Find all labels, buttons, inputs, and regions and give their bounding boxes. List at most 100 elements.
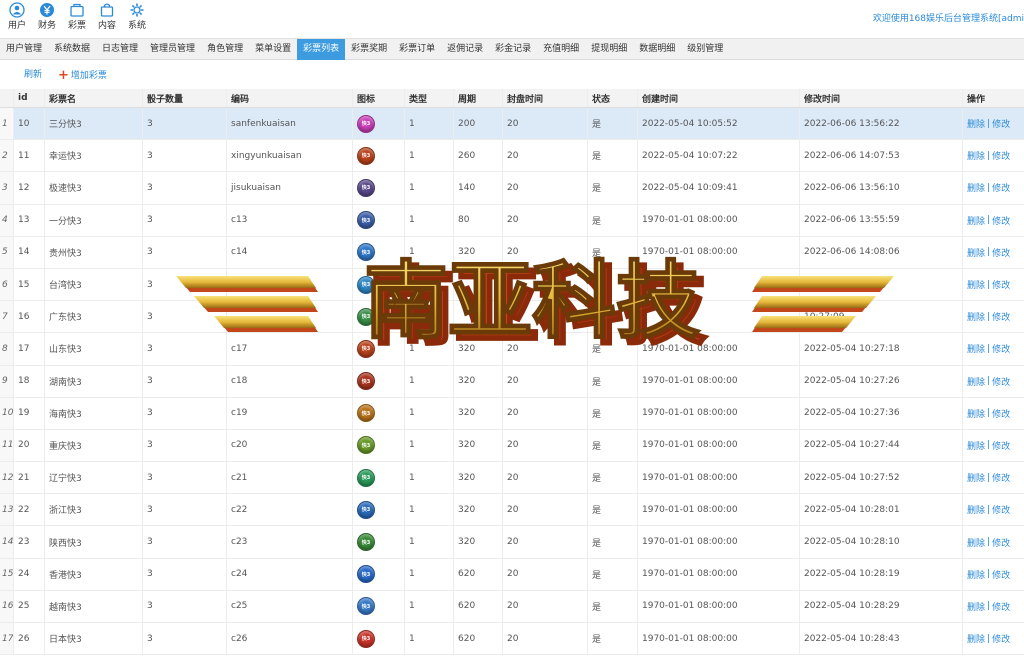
delete-link[interactable]: 删除 [967,246,985,259]
cell-name: 越南快3 [44,590,142,622]
column-header-icon[interactable]: 图标 [352,89,404,107]
table-row[interactable]: 12 21 辽宁快3 3 c21 快3 1 320 20 是 1970-01-01 08:00:00… [0,462,1024,495]
top-nav-item-yen[interactable]: 财务 [32,1,62,32]
tab-3[interactable]: 管理员管理 [144,39,201,60]
tab-5[interactable]: 菜单设置 [249,39,297,60]
edit-link[interactable]: 修改 [992,503,1010,516]
cell-period: 320 [453,365,502,397]
tab-9[interactable]: 返佣记录 [441,39,489,60]
delete-link[interactable]: 删除 [967,632,985,645]
edit-link[interactable]: 修改 [992,149,1010,162]
table-row[interactable]: 14 23 陕西快3 3 c23 快3 1 320 20 是 1970-01-01 08:00:00… [0,526,1024,559]
tab-12[interactable]: 提现明细 [585,39,633,60]
edit-link[interactable]: 修改 [992,278,1010,291]
edit-link[interactable]: 修改 [992,600,1010,613]
tab-2[interactable]: 日志管理 [96,39,144,60]
delete-link[interactable]: 删除 [967,214,985,227]
edit-link[interactable]: 修改 [992,342,1010,355]
cell-type: 1 [404,590,453,622]
edit-link[interactable]: 修改 [992,117,1010,130]
tab-10[interactable]: 彩金记录 [489,39,537,60]
delete-link[interactable]: 删除 [967,600,985,613]
column-header-type[interactable]: 类型 [404,89,453,107]
table-row[interactable]: 13 22 浙江快3 3 c22 快3 1 320 20 是 1970-01-01 08:00:00… [0,494,1024,527]
top-bar: 用户 财务 彩票 内容 系统 欢迎使用168娱乐后台管理系统[admi [0,0,1024,38]
table-row[interactable]: 16 25 越南快3 3 c25 快3 1 620 20 是 1970-01-01 08:00:00… [0,590,1024,623]
cell-modified: 2022-06-06 14:08:06 [799,236,962,268]
op-separator: | [987,408,991,419]
table-row[interactable]: 3 12 极速快3 3 jisukuaisan 快3 1 140 20 是 2022-05-04 1… [0,172,1024,205]
tab-4[interactable]: 角色管理 [201,39,249,60]
delete-link[interactable]: 删除 [967,117,985,130]
column-header-created[interactable]: 创建时间 [637,89,799,107]
refresh-button[interactable]: 刷新 [24,67,42,80]
delete-link[interactable]: 删除 [967,503,985,516]
column-header-code[interactable]: 编码 [226,89,352,107]
table-row[interactable]: 11 20 重庆快3 3 c20 快3 1 320 20 是 1970-01-01 08:00:00… [0,429,1024,463]
top-nav-item-gear[interactable]: 系统 [122,1,152,32]
table-row[interactable]: 1 10 三分快3 3 sanfenkuaisan 快3 1 200 20 是 2022-05-04… [0,108,1024,141]
table-row[interactable]: 4 13 一分快3 3 c13 快3 1 80 20 是 1970-01-01 08:00:00 20… [0,204,1024,237]
tab-0[interactable]: 用户管理 [0,39,48,60]
column-header-seal[interactable]: 封盘时间 [502,89,587,107]
tab-8[interactable]: 彩票订单 [393,39,441,60]
delete-link[interactable]: 删除 [967,278,985,291]
delete-link[interactable]: 删除 [967,342,985,355]
cell-id: 17 [13,333,44,365]
column-header-modified[interactable]: 修改时间 [799,89,962,107]
edit-link[interactable]: 修改 [992,181,1010,194]
admin-app: 用户 财务 彩票 内容 系统 欢迎使用168娱乐后台管理系统[admi 用户管理 系统数据… [0,0,1024,662]
cell-modified: 2022-06-06 14:07:53 [799,140,962,172]
tab-14[interactable]: 级别管理 [681,39,729,60]
table-row[interactable]: 8 17 山东快3 3 c17 快3 1 320 20 是 1970-01-01 08:00:00 2… [0,333,1024,366]
ticket-icon [62,1,92,19]
tab-11[interactable]: 充值明细 [537,39,585,60]
table-row[interactable]: 7 16 广东快3 3 快3 10:27:09 删除 | 修改 [0,301,1024,334]
column-header-name[interactable]: 彩票名 [44,89,142,107]
cell-status: 是 [587,204,637,236]
edit-link[interactable]: 修改 [992,246,1010,259]
delete-link[interactable]: 删除 [967,310,985,323]
delete-link[interactable]: 删除 [967,181,985,194]
column-header-dice[interactable]: 骰子数量 [142,89,226,107]
edit-link[interactable]: 修改 [992,310,1010,323]
edit-link[interactable]: 修改 [992,536,1010,549]
table-row[interactable]: 15 24 香港快3 3 c24 快3 1 620 20 是 1970-01-01 08:00:00… [0,558,1024,591]
delete-link[interactable]: 删除 [967,536,985,549]
cell-ops: 删除 | 修改 [962,590,1024,622]
table-row[interactable]: 2 11 幸运快3 3 xingyunkuaisan 快3 1 260 20 是 2022-05-0… [0,140,1024,173]
lottery-icon: 快3 [357,597,375,616]
cell-ops: 删除 | 修改 [962,333,1024,365]
delete-link[interactable]: 删除 [967,407,985,420]
tab-6[interactable]: 彩票列表 [297,39,346,60]
table-row[interactable]: 10 19 海南快3 3 c19 快3 1 320 20 是 1970-01-01 08:00:00… [0,397,1024,430]
table-row[interactable]: 5 14 贵州快3 3 c14 快3 1 320 20 是 1970-01-01 08:00:00 2… [0,236,1024,269]
edit-link[interactable]: 修改 [992,439,1010,452]
column-header-status[interactable]: 状态 [587,89,637,107]
edit-link[interactable]: 修改 [992,407,1010,420]
edit-link[interactable]: 修改 [992,375,1010,388]
delete-link[interactable]: 删除 [967,471,985,484]
table-row[interactable]: 9 18 湖南快3 3 c18 快3 1 320 20 是 1970-01-01 08:00:00 2… [0,365,1024,398]
column-header-period[interactable]: 周期 [453,89,502,107]
delete-link[interactable]: 删除 [967,149,985,162]
delete-link[interactable]: 删除 [967,568,985,581]
column-header-ops: 操作 [962,89,1024,107]
tab-1[interactable]: 系统数据 [48,39,96,60]
row-number: 6 [0,268,13,301]
top-nav-item-user[interactable]: 用户 [2,1,32,32]
add-lottery-button[interactable]: + 增加彩票 [58,67,107,83]
delete-link[interactable]: 删除 [967,439,985,452]
tab-13[interactable]: 数据明细 [633,39,681,60]
table-row[interactable]: 6 15 台湾快3 3 快3 197 删除 | 修改 [0,268,1024,302]
top-nav-item-bag[interactable]: 内容 [92,1,122,32]
table-row[interactable]: 17 26 日本快3 3 c26 快3 1 620 20 是 1970-01-01 08:00:00… [0,623,1024,656]
edit-link[interactable]: 修改 [992,568,1010,581]
edit-link[interactable]: 修改 [992,632,1010,645]
column-header-id[interactable]: id [13,89,44,107]
edit-link[interactable]: 修改 [992,471,1010,484]
edit-link[interactable]: 修改 [992,214,1010,227]
delete-link[interactable]: 删除 [967,375,985,388]
tab-7[interactable]: 彩票奖期 [345,39,393,60]
top-nav-item-ticket[interactable]: 彩票 [62,1,92,32]
